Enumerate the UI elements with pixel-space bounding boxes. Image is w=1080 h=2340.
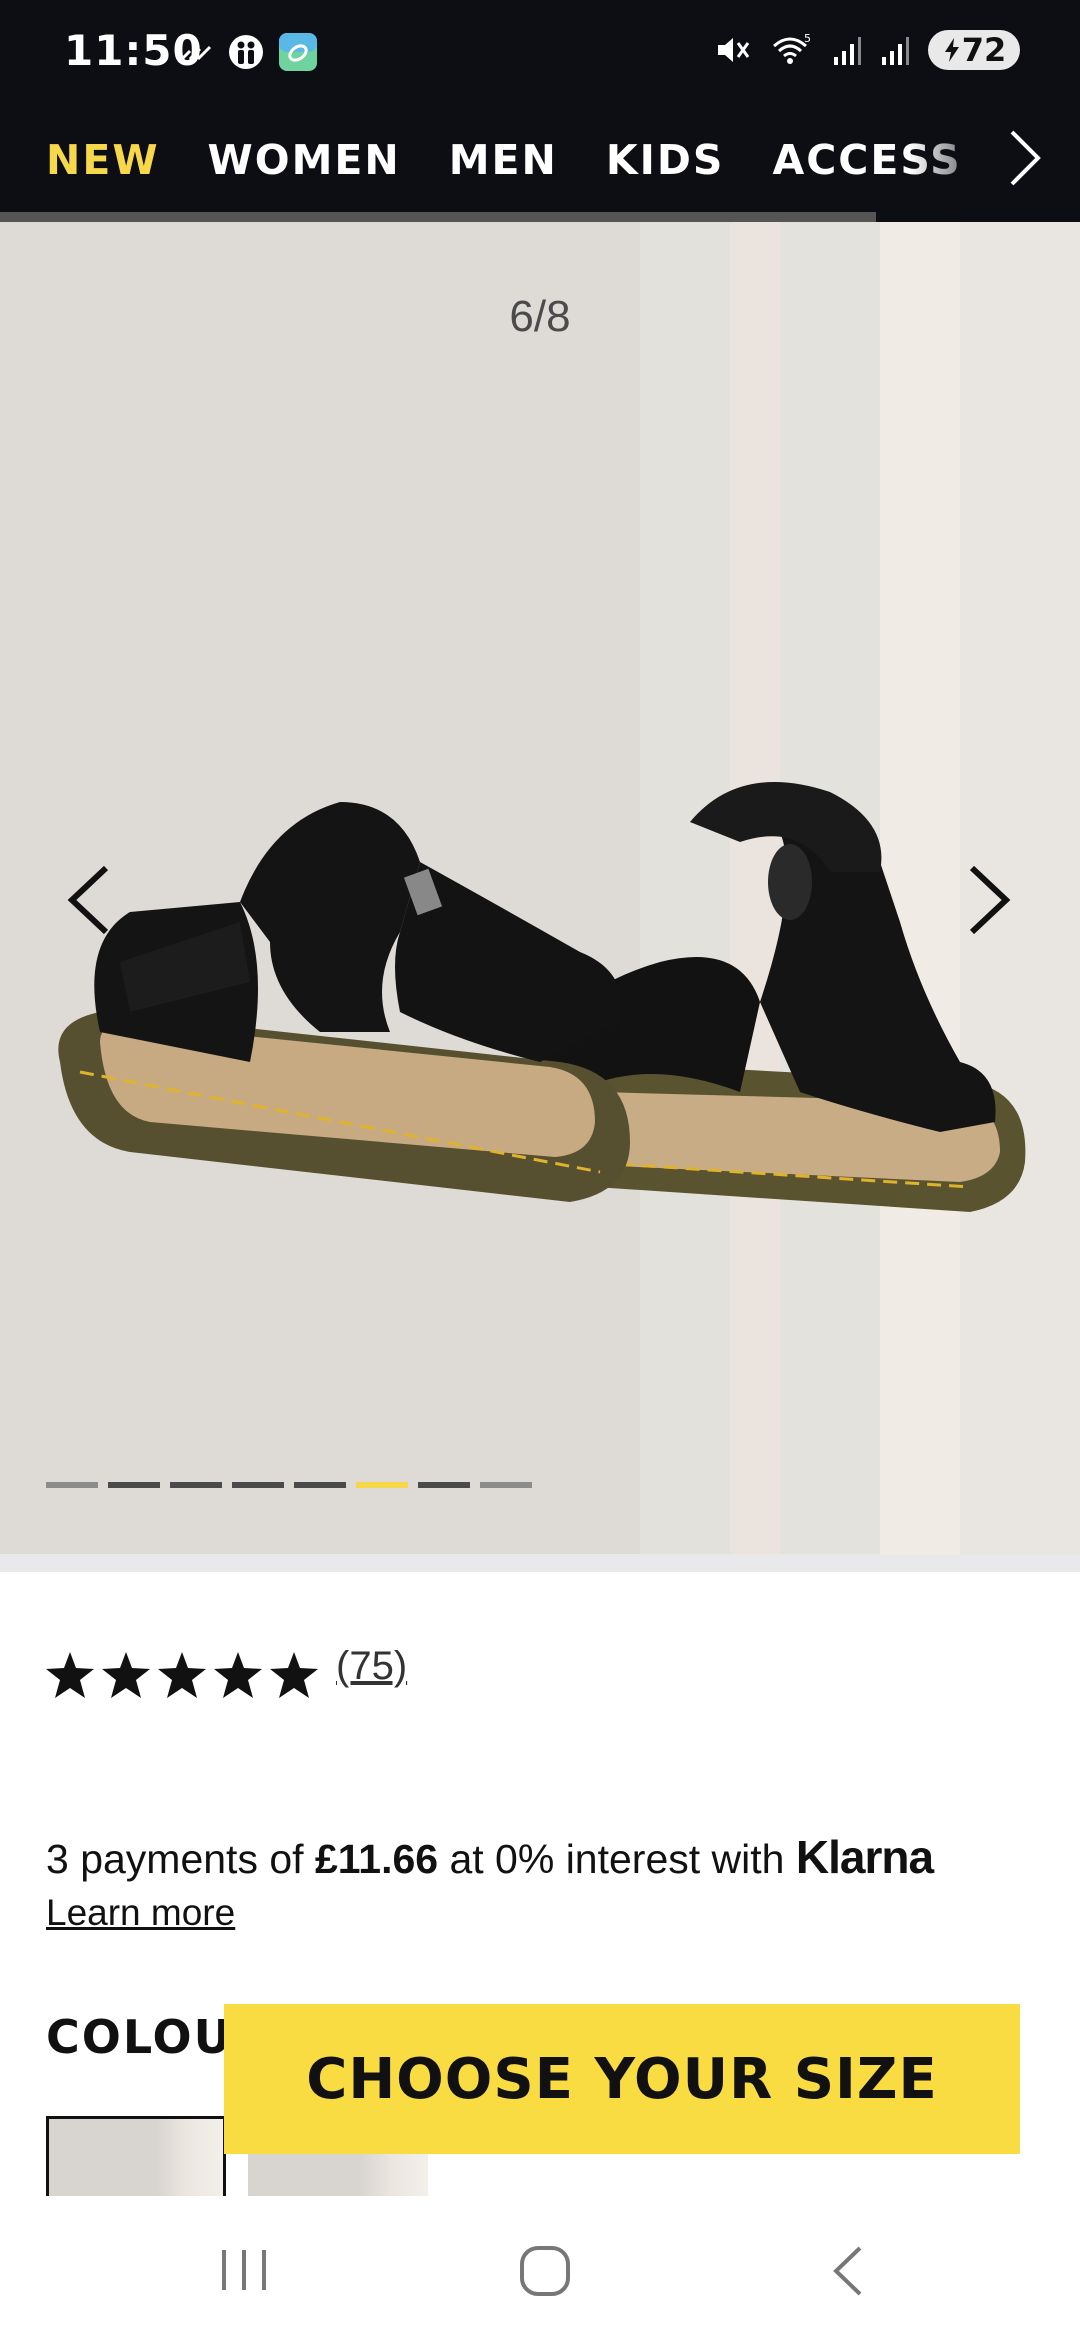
klarna-logo: Klarna — [795, 1831, 934, 1883]
chevron-right-icon[interactable] — [962, 862, 1018, 938]
pagination-dot[interactable] — [170, 1482, 222, 1488]
nav-items: NEW WOMEN MEN KIDS ACCESS — [46, 136, 962, 184]
home-icon[interactable] — [518, 2244, 572, 2298]
recent-apps-icon[interactable] — [218, 2244, 270, 2296]
learn-more-link[interactable]: Learn more — [46, 1892, 235, 1934]
pagination-dot[interactable] — [294, 1482, 346, 1488]
category-nav: NEW WOMEN MEN KIDS ACCESS — [0, 100, 1080, 220]
colour-heading: COLOU — [46, 2010, 233, 2064]
mute-icon — [718, 38, 750, 62]
green-app-icon — [279, 33, 317, 71]
status-right-icons: 5 72 — [714, 30, 1020, 70]
rating-stars — [44, 1650, 320, 1700]
nav-item-men[interactable]: MEN — [449, 136, 558, 184]
battery-indicator: 72 — [928, 30, 1020, 70]
klarna-amount: £11.66 — [314, 1836, 439, 1882]
star-icon — [270, 1652, 318, 1698]
sandal-front — [58, 802, 631, 1202]
pagination-dot[interactable] — [418, 1482, 470, 1488]
klarna-message: 3 payments of £11.66 at 0% interest with… — [46, 1830, 934, 1884]
image-counter: 6/8 — [509, 292, 571, 341]
battery-level: 72 — [961, 31, 1007, 69]
klarna-prefix: 3 payments of — [46, 1836, 315, 1882]
star-icon — [46, 1652, 94, 1698]
klarna-suffix: at 0% interest with — [438, 1836, 796, 1882]
choose-size-button[interactable]: CHOOSE YOUR SIZE — [224, 2004, 1020, 2154]
back-icon[interactable] — [828, 2244, 868, 2298]
pagination-dot-active[interactable] — [356, 1482, 408, 1488]
product-image — [58, 782, 1026, 1212]
wifi-icon: 5 — [773, 32, 811, 64]
nav-scrollbar[interactable] — [0, 212, 876, 222]
nav-item-new[interactable]: NEW — [46, 136, 160, 184]
family-app-icon — [229, 35, 263, 69]
product-rating[interactable]: (75) — [44, 1644, 407, 1700]
charging-icon — [944, 38, 959, 62]
pagination-dot[interactable] — [232, 1482, 284, 1488]
pagination-dot[interactable] — [46, 1482, 98, 1488]
pagination-dot[interactable] — [480, 1482, 532, 1488]
review-count-link[interactable]: (75) — [336, 1644, 407, 1689]
chevron-right-icon[interactable] — [1004, 126, 1044, 190]
status-left-icons — [178, 32, 318, 72]
nav-fade — [910, 100, 1080, 220]
star-icon — [102, 1652, 150, 1698]
svg-text:5: 5 — [804, 32, 811, 45]
colour-swatch-selected[interactable] — [46, 2116, 226, 2196]
system-navigation-bar — [0, 2196, 1080, 2340]
star-icon — [214, 1652, 262, 1698]
wifi-calling-icon — [180, 45, 212, 61]
pagination-dot[interactable] — [108, 1482, 160, 1488]
gallery-divider — [0, 1554, 1080, 1572]
product-image-gallery[interactable]: 6/8 — [0, 222, 1080, 1554]
nav-item-kids[interactable]: KIDS — [606, 136, 725, 184]
status-bar: 11:50 5 72 — [0, 0, 1080, 100]
chevron-left-icon[interactable] — [60, 862, 116, 938]
signal-icon — [834, 37, 861, 65]
signal-icon-2 — [882, 37, 909, 65]
nav-item-women[interactable]: WOMEN — [208, 136, 401, 184]
star-icon — [158, 1652, 206, 1698]
gallery-pagination — [46, 1482, 532, 1488]
